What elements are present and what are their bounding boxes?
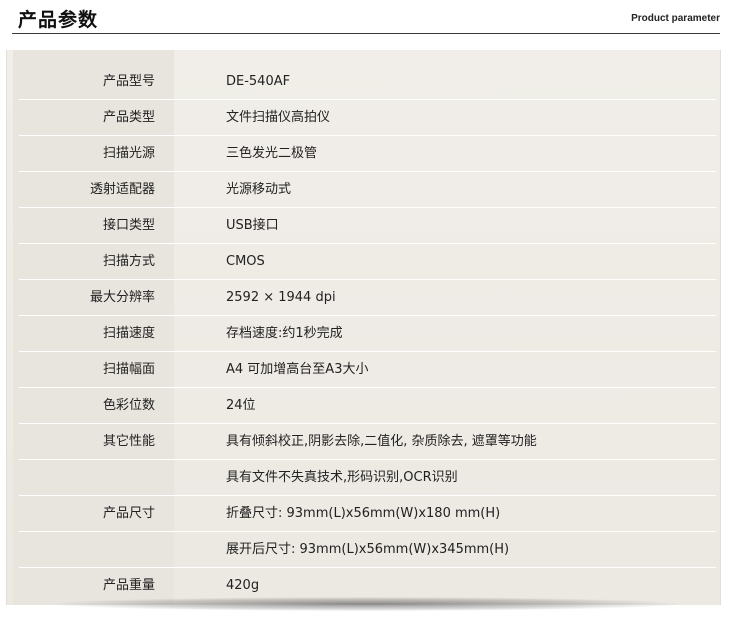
spec-label [7, 532, 155, 568]
spec-row-resolution: 最大分辨率 2592 × 1944 dpi [7, 280, 720, 316]
spec-value: CMOS [226, 254, 265, 269]
spec-row-scan-method: 扫描方式 CMOS [7, 244, 720, 280]
spec-label: 产品类型 [102, 110, 155, 125]
spec-value: DE-540AF [226, 74, 291, 89]
spec-label: 产品尺寸 [102, 506, 155, 521]
spec-row-adapter: 透射适配器 光源移动式 [7, 172, 720, 208]
spec-row-other-features: 其它性能 具有倾斜校正,阴影去除,二值化, 杂质除去, 遮罩等功能 [7, 424, 720, 460]
page-title: 产品参数 [18, 9, 99, 31]
spec-label: 接口类型 [102, 218, 155, 233]
spec-value: A4 可加增高台至A3大小 [226, 362, 369, 377]
spec-label: 色彩位数 [102, 398, 155, 413]
spec-value: 2592 × 1944 dpi [226, 290, 336, 305]
spec-row-size-folded: 产品尺寸 折叠尺寸: 93mm(L)x56mm(W)x180 mm(H) [7, 496, 720, 532]
spec-value: 三色发光二极管 [226, 146, 318, 161]
spec-label: 最大分辨率 [89, 290, 155, 305]
spec-label: 产品型号 [102, 74, 155, 89]
page-header: 产品参数 Product parameter [12, 0, 720, 34]
spec-table: 产品型号 DE-540AF 产品类型 文件扫描仪高拍仪 扫描光源 三色发光二极管… [6, 50, 721, 605]
spec-value: 具有倾斜校正,阴影去除,二值化, 杂质除去, 遮罩等功能 [226, 434, 537, 449]
spec-label: 透射适配器 [89, 182, 155, 197]
spec-row-type: 产品类型 文件扫描仪高拍仪 [7, 100, 720, 136]
spec-value: 存档速度:约1秒完成 [226, 326, 343, 341]
spec-row-format: 扫描幅面 A4 可加增高台至A3大小 [7, 352, 720, 388]
spec-value: 具有文件不失真技术,形码识别,OCR识别 [226, 470, 458, 485]
spec-row-interface: 接口类型 USB接口 [7, 208, 720, 244]
spec-label: 扫描光源 [102, 146, 155, 161]
spec-value: 24位 [226, 398, 256, 413]
spec-label: 扫描速度 [102, 326, 155, 341]
spec-row-other-features-2: 具有文件不失真技术,形码识别,OCR识别 [7, 460, 720, 496]
spec-value: 文件扫描仪高拍仪 [226, 110, 331, 125]
page-subtitle: Product parameter [631, 13, 720, 24]
spec-row-light-source: 扫描光源 三色发光二极管 [7, 136, 720, 172]
spec-label: 其它性能 [102, 434, 155, 449]
spec-value: 折叠尺寸: 93mm(L)x56mm(W)x180 mm(H) [226, 506, 501, 521]
spec-value: 光源移动式 [226, 182, 292, 197]
spec-label: 扫描幅面 [102, 362, 155, 377]
spec-row-color-depth: 色彩位数 24位 [7, 388, 720, 424]
spec-label [7, 460, 155, 496]
spec-label: 扫描方式 [102, 254, 155, 269]
spec-value: USB接口 [226, 218, 279, 233]
spec-row-size-unfolded: 展开后尺寸: 93mm(L)x56mm(W)x345mm(H) [7, 532, 720, 568]
spec-row-speed: 扫描速度 存档速度:约1秒完成 [7, 316, 720, 352]
spec-row-model: 产品型号 DE-540AF [7, 64, 720, 100]
spec-value: 展开后尺寸: 93mm(L)x56mm(W)x345mm(H) [226, 542, 510, 557]
panel-shadow [56, 597, 676, 611]
